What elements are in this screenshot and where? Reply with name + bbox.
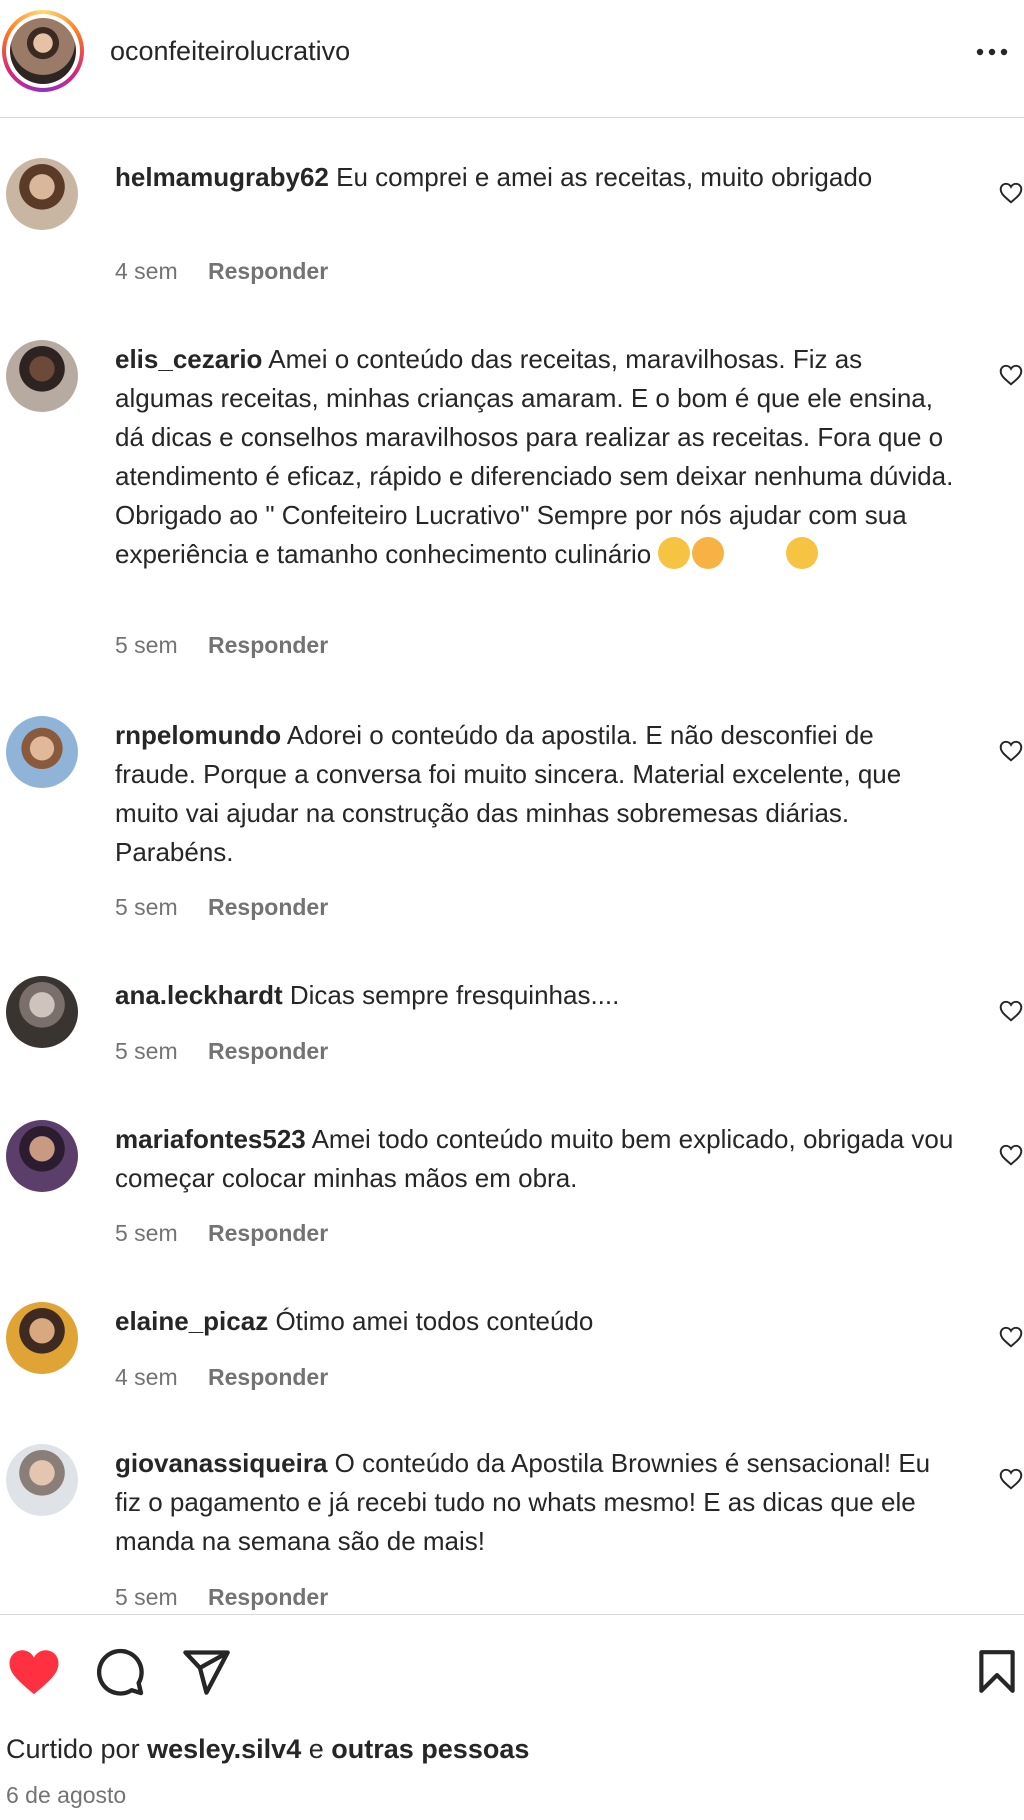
comment-text: mariafontes523 Amei todo conteúdo muito …: [115, 1120, 955, 1198]
comment-meta: 5 sem Responder: [115, 1220, 352, 1247]
commenter-username[interactable]: ana.leckhardt: [115, 980, 283, 1010]
winking-emoji-icon: [786, 537, 819, 569]
bookmark-icon[interactable]: [972, 1646, 1022, 1698]
comment-meta: 4 sem Responder: [115, 1364, 352, 1391]
commenter-username[interactable]: elis_cezario: [115, 344, 262, 374]
comment-time: 5 sem: [115, 1220, 178, 1246]
comment-text: rnpelomundo Adorei o conteúdo da apostil…: [115, 716, 955, 872]
likes-prefix: Curtido por: [6, 1734, 140, 1764]
avatar-frame: [6, 14, 80, 88]
comment-icon[interactable]: [94, 1646, 146, 1698]
post-author-username[interactable]: oconfeiteirolucrativo: [110, 36, 350, 67]
comment-text: elis_cezario Amei o conteúdo das receita…: [115, 340, 955, 574]
like-comment-icon[interactable]: [998, 180, 1024, 206]
smiling-hearts-emoji-icon: [692, 537, 725, 569]
comments-list: helmamugraby62 Eu comprei e amei as rece…: [0, 118, 1024, 1614]
commenter-avatar[interactable]: [6, 1120, 78, 1192]
reply-button[interactable]: Responder: [208, 632, 328, 658]
comment-body: Dicas sempre fresquinhas....: [289, 980, 620, 1010]
more-options-icon[interactable]: [972, 40, 1016, 64]
comment-text: elaine_picaz Ótimo amei todos conteúdo: [115, 1302, 955, 1341]
commenter-username[interactable]: elaine_picaz: [115, 1306, 268, 1336]
liker-username[interactable]: wesley.silv4: [147, 1734, 301, 1764]
comment-meta: 4 sem Responder: [115, 258, 352, 285]
comment-meta: 5 sem Responder: [115, 1038, 352, 1065]
section-divider: [0, 1614, 1024, 1615]
like-comment-icon[interactable]: [998, 1142, 1024, 1168]
comment-meta: 5 sem Responder: [115, 894, 352, 921]
like-comment-icon[interactable]: [998, 1324, 1024, 1350]
reply-button[interactable]: Responder: [208, 894, 328, 920]
reply-button[interactable]: Responder: [208, 258, 328, 284]
like-comment-icon[interactable]: [998, 1466, 1024, 1492]
comment-meta: 5 sem Responder: [115, 1584, 352, 1611]
commenter-avatar[interactable]: [6, 340, 78, 412]
comment-time: 5 sem: [115, 1038, 178, 1064]
comment-time: 4 sem: [115, 258, 178, 284]
likes-summary: Curtido por wesley.silv4 e outras pessoa…: [6, 1734, 529, 1765]
comment-time: 4 sem: [115, 1364, 178, 1390]
comment-time: 5 sem: [115, 1584, 178, 1610]
comment-body: Ótimo amei todos conteúdo: [275, 1306, 594, 1336]
commenter-username[interactable]: mariafontes523: [115, 1124, 306, 1154]
commenter-avatar[interactable]: [6, 1444, 78, 1516]
like-heart-filled-icon[interactable]: [6, 1644, 62, 1700]
reply-button[interactable]: Responder: [208, 1364, 328, 1390]
commenter-avatar[interactable]: [6, 158, 78, 230]
comment-body: Eu comprei e amei as receitas, muito obr…: [336, 162, 873, 192]
comment-text: helmamugraby62 Eu comprei e amei as rece…: [115, 158, 955, 197]
like-comment-icon[interactable]: [998, 362, 1024, 388]
reply-button[interactable]: Responder: [208, 1584, 328, 1610]
heart-eyes-emoji-icon: [658, 537, 691, 569]
commenter-avatar[interactable]: [6, 716, 78, 788]
commenter-avatar[interactable]: [6, 976, 78, 1048]
comment-time: 5 sem: [115, 632, 178, 658]
commenter-username[interactable]: giovanassiqueira: [115, 1448, 327, 1478]
comment-meta: 5 sem Responder: [115, 632, 352, 659]
comment-text: giovanassiqueira O conteúdo da Apostila …: [115, 1444, 955, 1561]
commenter-username[interactable]: rnpelomundo: [115, 720, 281, 750]
reply-button[interactable]: Responder: [208, 1038, 328, 1064]
likes-others-link[interactable]: outras pessoas: [331, 1734, 529, 1764]
post-date[interactable]: 6 de agosto: [6, 1782, 126, 1809]
commenter-username[interactable]: helmamugraby62: [115, 162, 329, 192]
likes-connector: e: [308, 1734, 324, 1764]
post-header: oconfeiteirolucrativo: [0, 0, 1024, 118]
reply-button[interactable]: Responder: [208, 1220, 328, 1246]
like-comment-icon[interactable]: [998, 998, 1024, 1024]
commenter-avatar[interactable]: [6, 1302, 78, 1374]
comment-body: Amei o conteúdo das receitas, maravilhos…: [115, 344, 954, 569]
comment-text: ana.leckhardt Dicas sempre fresquinhas..…: [115, 976, 955, 1015]
profile-avatar[interactable]: [10, 18, 76, 84]
comment-time: 5 sem: [115, 894, 178, 920]
profile-avatar-story-ring[interactable]: [2, 10, 84, 92]
like-comment-icon[interactable]: [998, 738, 1024, 764]
send-icon[interactable]: [180, 1646, 232, 1698]
